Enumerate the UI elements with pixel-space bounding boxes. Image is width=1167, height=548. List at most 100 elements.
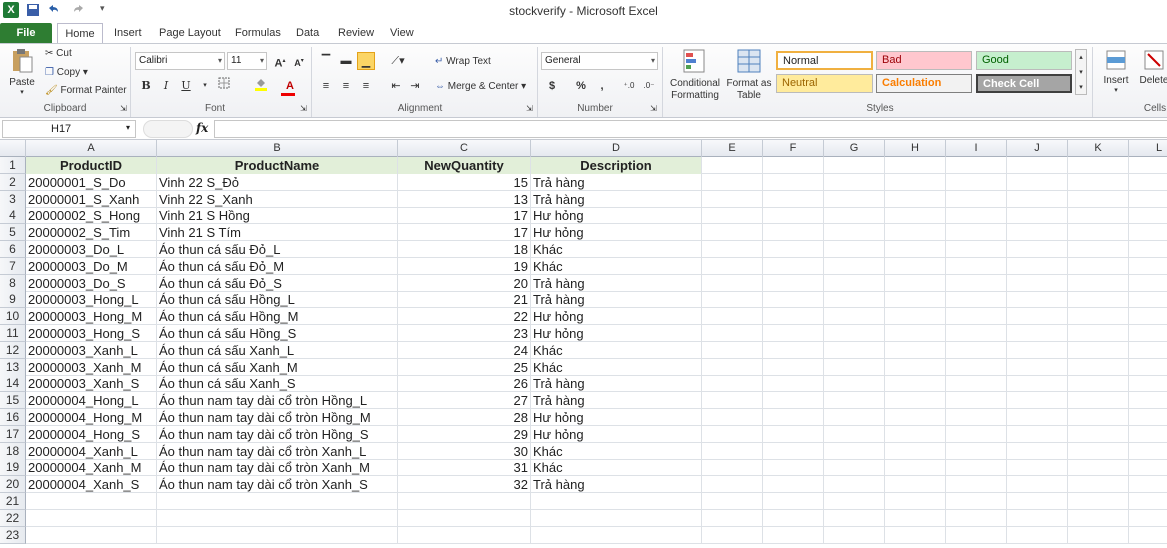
cell-f6[interactable] <box>763 241 824 258</box>
tab-view[interactable]: View <box>384 25 420 43</box>
alignment-launcher-icon[interactable]: ⇲ <box>526 104 533 113</box>
cell-k18[interactable] <box>1068 443 1129 460</box>
cell-c15[interactable]: 27 <box>398 392 531 409</box>
wrap-text-button[interactable]: ↵ Wrap Text <box>435 56 491 67</box>
cell-a22[interactable] <box>26 510 157 527</box>
cell-i18[interactable] <box>946 443 1007 460</box>
cell-a21[interactable] <box>26 493 157 510</box>
cell-l11[interactable] <box>1129 325 1167 342</box>
cell-j9[interactable] <box>1007 291 1068 308</box>
cell-a3[interactable]: 20000001_S_Xanh <box>26 191 157 208</box>
name-box-dropdown-icon[interactable]: ▾ <box>126 123 130 132</box>
align-center-icon[interactable]: ≡ <box>337 77 355 95</box>
cell-d5[interactable]: Hư hỏng <box>531 224 702 241</box>
cell-b20[interactable]: Áo thun nam tay dài cổ tròn Xanh_S <box>157 476 398 493</box>
row-header-7[interactable]: 7 <box>0 258 26 275</box>
cell-e1[interactable] <box>702 157 763 174</box>
copy-button[interactable]: ❐ Copy ▾ <box>45 67 88 78</box>
cell-f12[interactable] <box>763 342 824 359</box>
cell-i8[interactable] <box>946 275 1007 292</box>
cell-a7[interactable]: 20000003_Do_M <box>26 258 157 275</box>
cell-c11[interactable]: 23 <box>398 325 531 342</box>
font-size-combo[interactable]: 11 ▾ <box>227 52 267 70</box>
cell-g7[interactable] <box>824 258 885 275</box>
cell-l21[interactable] <box>1129 493 1167 510</box>
cell-i4[interactable] <box>946 207 1007 224</box>
cell-c16[interactable]: 28 <box>398 409 531 426</box>
cell-i3[interactable] <box>946 191 1007 208</box>
cell-i5[interactable] <box>946 224 1007 241</box>
tab-data[interactable]: Data <box>290 25 325 43</box>
cell-j4[interactable] <box>1007 207 1068 224</box>
cell-l10[interactable] <box>1129 308 1167 325</box>
cell-b19[interactable]: Áo thun nam tay dài cổ tròn Xanh_M <box>157 459 398 476</box>
column-header-c[interactable]: C <box>398 140 531 157</box>
cell-k14[interactable] <box>1068 375 1129 392</box>
cell-c22[interactable] <box>398 510 531 527</box>
cell-d21[interactable] <box>531 493 702 510</box>
percent-button[interactable]: % <box>572 77 590 95</box>
cell-e17[interactable] <box>702 426 763 443</box>
align-right-icon[interactable]: ≡ <box>357 77 375 95</box>
column-header-h[interactable]: H <box>885 140 946 157</box>
cell-g20[interactable] <box>824 476 885 493</box>
cell-a18[interactable]: 20000004_Xanh_L <box>26 443 157 460</box>
cell-g2[interactable] <box>824 174 885 191</box>
cell-h20[interactable] <box>885 476 946 493</box>
cell-g5[interactable] <box>824 224 885 241</box>
cell-j23[interactable] <box>1007 527 1068 544</box>
cell-l14[interactable] <box>1129 375 1167 392</box>
cell-g19[interactable] <box>824 459 885 476</box>
cell-c21[interactable] <box>398 493 531 510</box>
cell-l22[interactable] <box>1129 510 1167 527</box>
cell-g4[interactable] <box>824 207 885 224</box>
cell-b2[interactable]: Vinh 22 S_Đỏ <box>157 174 398 191</box>
row-header-3[interactable]: 3 <box>0 191 26 208</box>
cell-k23[interactable] <box>1068 527 1129 544</box>
cell-e11[interactable] <box>702 325 763 342</box>
cell-j5[interactable] <box>1007 224 1068 241</box>
cell-a15[interactable]: 20000004_Hong_L <box>26 392 157 409</box>
cell-l12[interactable] <box>1129 342 1167 359</box>
borders-icon[interactable] <box>215 77 233 95</box>
cell-g3[interactable] <box>824 191 885 208</box>
cell-f13[interactable] <box>763 359 824 376</box>
cell-l19[interactable] <box>1129 459 1167 476</box>
cell-e15[interactable] <box>702 392 763 409</box>
cell-k22[interactable] <box>1068 510 1129 527</box>
cell-c2[interactable]: 15 <box>398 174 531 191</box>
cell-k10[interactable] <box>1068 308 1129 325</box>
cell-g23[interactable] <box>824 527 885 544</box>
cell-c17[interactable]: 29 <box>398 426 531 443</box>
cell-a12[interactable]: 20000003_Xanh_L <box>26 342 157 359</box>
column-header-j[interactable]: J <box>1007 140 1068 157</box>
cell-e21[interactable] <box>702 493 763 510</box>
cell-i19[interactable] <box>946 459 1007 476</box>
cell-g18[interactable] <box>824 443 885 460</box>
cell-l3[interactable] <box>1129 191 1167 208</box>
cell-d4[interactable]: Hư hỏng <box>531 207 702 224</box>
cell-a10[interactable]: 20000003_Hong_M <box>26 308 157 325</box>
cell-g8[interactable] <box>824 275 885 292</box>
cell-a17[interactable]: 20000004_Hong_S <box>26 426 157 443</box>
cell-a4[interactable]: 20000002_S_Hong <box>26 207 157 224</box>
cell-j15[interactable] <box>1007 392 1068 409</box>
cell-l5[interactable] <box>1129 224 1167 241</box>
cell-d2[interactable]: Trả hàng <box>531 174 702 191</box>
cell-k19[interactable] <box>1068 459 1129 476</box>
cell-i12[interactable] <box>946 342 1007 359</box>
number-launcher-icon[interactable]: ⇲ <box>650 104 657 113</box>
cell-b21[interactable] <box>157 493 398 510</box>
cell-f1[interactable] <box>763 157 824 174</box>
cell-l9[interactable] <box>1129 291 1167 308</box>
cell-c3[interactable]: 13 <box>398 191 531 208</box>
cell-j18[interactable] <box>1007 443 1068 460</box>
cell-l17[interactable] <box>1129 426 1167 443</box>
cell-k7[interactable] <box>1068 258 1129 275</box>
row-header-16[interactable]: 16 <box>0 409 26 426</box>
row-header-17[interactable]: 17 <box>0 426 26 443</box>
cell-j3[interactable] <box>1007 191 1068 208</box>
cell-g15[interactable] <box>824 392 885 409</box>
cell-a5[interactable]: 20000002_S_Tim <box>26 224 157 241</box>
cell-d14[interactable]: Trả hàng <box>531 375 702 392</box>
